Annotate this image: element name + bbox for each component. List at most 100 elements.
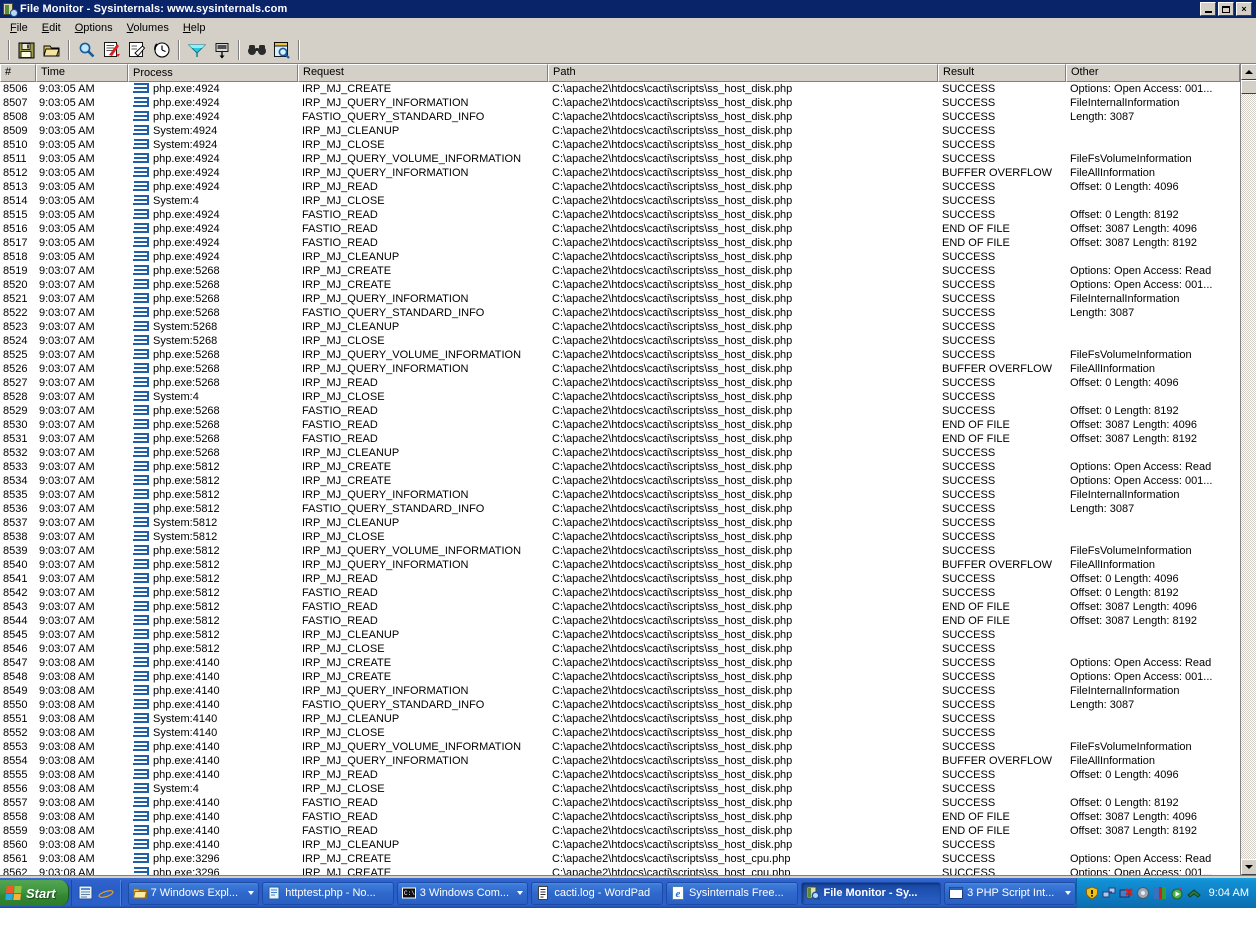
column-header-other[interactable]: Other [1066,64,1240,82]
open-icon[interactable] [40,39,63,61]
table-row[interactable]: 8520 9:03:07 AM php.exe:5268 IRP_MJ_CREATE C… [0,278,1240,292]
table-row[interactable]: 8547 9:03:08 AM php.exe:4140 IRP_MJ_CREATE C… [0,656,1240,670]
show-desktop-icon[interactable] [78,885,94,901]
table-row[interactable]: 8506 9:03:05 AM php.exe:4924 IRP_MJ_CREATE C… [0,82,1240,96]
network-activity-icon[interactable] [1186,886,1201,900]
table-row[interactable]: 8522 9:03:07 AM php.exe:5268 FASTIO_QUERY_S… [0,306,1240,320]
table-row[interactable]: 8535 9:03:07 AM php.exe:5812 IRP_MJ_QUERY_I… [0,488,1240,502]
table-row[interactable]: 8507 9:03:05 AM php.exe:4924 IRP_MJ_QUERY_I… [0,96,1240,110]
scroll-down-button[interactable] [1241,859,1256,875]
column-header-request[interactable]: Request [298,64,548,82]
table-row[interactable]: 8539 9:03:07 AM php.exe:5812 IRP_MJ_QUERY_V… [0,544,1240,558]
table-row[interactable]: 8526 9:03:07 AM php.exe:5268 IRP_MJ_QUERY_I… [0,362,1240,376]
list-rows-container[interactable]: 8506 9:03:05 AM php.exe:4924 IRP_MJ_CREATE C… [0,82,1240,875]
table-row[interactable]: 8517 9:03:05 AM php.exe:4924 FASTIO_READ C:\… [0,236,1240,250]
column-header-path[interactable]: Path [548,64,938,82]
table-row[interactable]: 8512 9:03:05 AM php.exe:4924 IRP_MJ_QUERY_I… [0,166,1240,180]
taskbar-task-button[interactable]: cacti.log - WordPad [531,881,663,905]
table-row[interactable]: 8557 9:03:08 AM php.exe:4140 FASTIO_READ C:\… [0,796,1240,810]
table-row[interactable]: 8538 9:03:07 AM System:5812 IRP_MJ_CLOSE C:\… [0,530,1240,544]
table-row[interactable]: 8541 9:03:07 AM php.exe:5812 IRP_MJ_READ C:\… [0,572,1240,586]
close-button[interactable]: × [1236,2,1252,16]
table-row[interactable]: 8524 9:03:07 AM System:5268 IRP_MJ_CLOSE C:\… [0,334,1240,348]
find-icon[interactable] [245,39,268,61]
table-row[interactable]: 8527 9:03:07 AM php.exe:5268 IRP_MJ_READ C:\… [0,376,1240,390]
column-header-result[interactable]: Result [938,64,1066,82]
clear-icon[interactable] [100,39,123,61]
scroll-up-button[interactable] [1241,64,1256,80]
table-row[interactable]: 8529 9:03:07 AM php.exe:5268 FASTIO_READ C:\… [0,404,1240,418]
table-row[interactable]: 8514 9:03:05 AM System:4 IRP_MJ_CLOSE C:\apa… [0,194,1240,208]
table-row[interactable]: 8550 9:03:08 AM php.exe:4140 FASTIO_QUERY_S… [0,698,1240,712]
chevron-down-icon[interactable] [248,891,255,895]
save-icon[interactable] [15,39,38,61]
security-alert-icon[interactable] [1085,886,1099,900]
table-row[interactable]: 8525 9:03:07 AM php.exe:5268 IRP_MJ_QUERY_V… [0,348,1240,362]
table-row[interactable]: 8561 9:03:08 AM php.exe:3296 IRP_MJ_CREATE C… [0,852,1240,866]
table-row[interactable]: 8549 9:03:08 AM php.exe:4140 IRP_MJ_QUERY_I… [0,684,1240,698]
find-highlight-icon[interactable] [270,39,293,61]
internet-explorer-icon[interactable]: e [98,885,114,902]
table-row[interactable]: 8556 9:03:08 AM System:4 IRP_MJ_CLOSE C:\apa… [0,782,1240,796]
autoscroll-icon[interactable] [185,39,208,61]
table-row[interactable]: 8516 9:03:05 AM php.exe:4924 FASTIO_READ C:\… [0,222,1240,236]
table-row[interactable]: 8553 9:03:08 AM php.exe:4140 IRP_MJ_QUERY_V… [0,740,1240,754]
table-row[interactable]: 8537 9:03:07 AM System:5812 IRP_MJ_CLEANUP C… [0,516,1240,530]
table-row[interactable]: 8533 9:03:07 AM php.exe:5812 IRP_MJ_CREATE C… [0,460,1240,474]
table-row[interactable]: 8552 9:03:08 AM System:4140 IRP_MJ_CLOSE C:\… [0,726,1240,740]
table-row[interactable]: 8548 9:03:08 AM php.exe:4140 IRP_MJ_CREATE C… [0,670,1240,684]
column-header-process[interactable]: Process [128,64,298,82]
table-row[interactable]: 8532 9:03:07 AM php.exe:5268 IRP_MJ_CLEANUP… [0,446,1240,460]
menu-item-volumes[interactable]: Volumes [120,20,176,36]
table-row[interactable]: 8555 9:03:08 AM php.exe:4140 IRP_MJ_READ C:\… [0,768,1240,782]
start-button[interactable]: Start [0,880,69,906]
taskbar-task-button[interactable]: File Monitor - Sy... [800,881,942,905]
table-row[interactable]: 8545 9:03:07 AM php.exe:5812 IRP_MJ_CLEANUP… [0,628,1240,642]
table-row[interactable]: 8519 9:03:07 AM php.exe:5268 IRP_MJ_CREATE C… [0,264,1240,278]
taskbar-clock[interactable]: 9:04 AM [1209,887,1249,899]
table-row[interactable]: 8518 9:03:05 AM php.exe:4924 IRP_MJ_CLEANUP… [0,250,1240,264]
menu-item-file[interactable]: File [3,20,35,36]
jump-icon[interactable] [210,39,233,61]
chevron-down-icon[interactable] [1064,891,1071,895]
table-row[interactable]: 8560 9:03:08 AM php.exe:4140 IRP_MJ_CLEANUP… [0,838,1240,852]
taskbar-task-button[interactable]: C:\ 3 Windows Com... [396,881,529,905]
table-row[interactable]: 8542 9:03:07 AM php.exe:5812 FASTIO_READ C:\… [0,586,1240,600]
chevron-down-icon[interactable] [517,891,524,895]
table-row[interactable]: 8513 9:03:05 AM php.exe:4924 IRP_MJ_READ C:\… [0,180,1240,194]
time-icon[interactable] [150,39,173,61]
column-header-number[interactable]: # [0,64,36,82]
menu-item-options[interactable]: Options [68,20,120,36]
table-row[interactable]: 8521 9:03:07 AM php.exe:5268 IRP_MJ_QUERY_I… [0,292,1240,306]
display-icon[interactable] [1153,886,1167,900]
media-icon[interactable] [1170,886,1184,900]
table-row[interactable]: 8546 9:03:07 AM php.exe:5812 IRP_MJ_CLOSE C:… [0,642,1240,656]
taskbar-task-button[interactable]: 3 PHP Script Int... [944,881,1076,905]
taskbar-task-button[interactable]: 7 Windows Expl... [127,881,260,905]
table-row[interactable]: 8515 9:03:05 AM php.exe:4924 FASTIO_READ C:\… [0,208,1240,222]
table-row[interactable]: 8530 9:03:07 AM php.exe:5268 FASTIO_READ C:\… [0,418,1240,432]
table-row[interactable]: 8559 9:03:08 AM php.exe:4140 FASTIO_READ C:\… [0,824,1240,838]
table-row[interactable]: 8510 9:03:05 AM System:4924 IRP_MJ_CLOSE C:\… [0,138,1240,152]
table-row[interactable]: 8534 9:03:07 AM php.exe:5812 IRP_MJ_CREATE C… [0,474,1240,488]
table-row[interactable]: 8554 9:03:08 AM php.exe:4140 IRP_MJ_QUERY_I… [0,754,1240,768]
table-row[interactable]: 8511 9:03:05 AM php.exe:4924 IRP_MJ_QUERY_V… [0,152,1240,166]
antivirus-icon[interactable] [1119,886,1133,900]
table-row[interactable]: 8551 9:03:08 AM System:4140 IRP_MJ_CLEANUP C… [0,712,1240,726]
table-row[interactable]: 8544 9:03:07 AM php.exe:5812 FASTIO_READ C:\… [0,614,1240,628]
minimize-button[interactable] [1200,2,1216,16]
table-row[interactable]: 8531 9:03:07 AM php.exe:5268 FASTIO_READ C:\… [0,432,1240,446]
table-row[interactable]: 8509 9:03:05 AM System:4924 IRP_MJ_CLEANUP C… [0,124,1240,138]
update-icon[interactable] [1136,886,1150,900]
capture-icon[interactable] [75,39,98,61]
scrollbar-thumb[interactable] [1241,80,1256,94]
taskbar-task-button[interactable]: httptest.php - No... [262,881,394,905]
maximize-button[interactable] [1218,2,1234,16]
table-row[interactable]: 8543 9:03:07 AM php.exe:5812 FASTIO_READ C:\… [0,600,1240,614]
table-row[interactable]: 8540 9:03:07 AM php.exe:5812 IRP_MJ_QUERY_I… [0,558,1240,572]
menu-item-edit[interactable]: Edit [35,20,68,36]
taskbar-task-button[interactable]: e Sysinternals Free... [665,881,798,905]
table-row[interactable]: 8523 9:03:07 AM System:5268 IRP_MJ_CLEANUP C… [0,320,1240,334]
vertical-scrollbar[interactable] [1240,64,1256,875]
scrollbar-track[interactable] [1241,80,1256,859]
